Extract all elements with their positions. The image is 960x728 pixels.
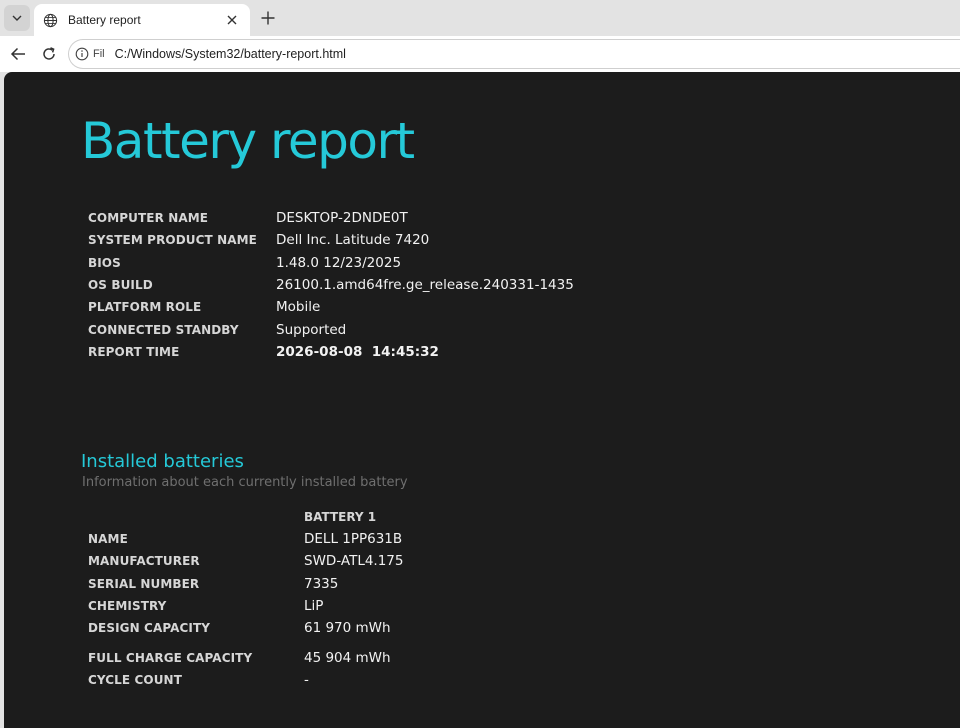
battery-column-header: BATTERY 1 <box>304 510 377 524</box>
table-row: PLATFORM ROLE Mobile <box>88 296 574 318</box>
manufacturer-value: SWD-ATL4.175 <box>304 553 404 570</box>
manufacturer-label: MANUFACTURER <box>88 554 200 569</box>
cycle-count-value: - <box>304 671 309 688</box>
table-row: SERIAL NUMBER 7335 <box>88 573 404 595</box>
system-product-name-label: SYSTEM PRODUCT NAME <box>88 233 257 248</box>
report-time-value: 2026-08-08 14:45:32 <box>276 343 439 360</box>
page-title: Battery report <box>81 112 415 170</box>
info-icon <box>75 47 89 61</box>
table-row: OS BUILD 26100.1.amd64fre.ge_release.240… <box>88 274 574 296</box>
installed-batteries-subtitle: Information about each currently install… <box>82 475 408 490</box>
table-row: MANUFACTURER SWD-ATL4.175 <box>88 550 404 572</box>
battery-name-value: DELL 1PP631B <box>304 531 403 548</box>
table-row: DESIGN CAPACITY 61 970 mWh <box>88 617 404 639</box>
plus-icon <box>261 11 275 25</box>
address-bar[interactable]: Fil C:/Windows/System32/battery-report.h… <box>68 39 960 69</box>
design-capacity-label: DESIGN CAPACITY <box>88 621 211 636</box>
bios-label: BIOS <box>88 255 121 270</box>
platform-role-label: PLATFORM ROLE <box>88 300 202 315</box>
report-time-label: REPORT TIME <box>88 344 180 359</box>
table-row: SYSTEM PRODUCT NAME Dell Inc. Latitude 7… <box>88 229 574 251</box>
table-row: CYCLE COUNT - <box>88 669 404 691</box>
new-tab-button[interactable] <box>256 6 280 30</box>
table-row: CONNECTED STANDBY Supported <box>88 318 574 340</box>
chemistry-label: CHEMISTRY <box>88 599 167 614</box>
tab-strip: Battery report <box>0 0 960 36</box>
os-build-value: 26100.1.amd64fre.ge_release.240331-1435 <box>276 277 574 294</box>
connected-standby-label: CONNECTED STANDBY <box>88 322 239 337</box>
tab-title: Battery report <box>68 13 141 27</box>
battery-name-label: NAME <box>88 532 128 547</box>
system-product-name-value: Dell Inc. Latitude 7420 <box>276 232 430 249</box>
table-row: REPORT TIME 2026-08-08 14:45:32 <box>88 341 574 363</box>
bios-value: 1.48.0 12/23/2025 <box>276 254 402 271</box>
site-info-label: Fil <box>93 48 105 60</box>
chevron-down-icon <box>12 15 22 21</box>
tab-search-button[interactable] <box>4 5 30 31</box>
computer-name-value: DESKTOP-2DNDE0T <box>276 210 408 227</box>
battery-table: NAME DELL 1PP631B MANUFACTURER SWD-ATL4.… <box>88 528 404 691</box>
design-capacity-value: 61 970 mWh <box>304 620 391 637</box>
url-text[interactable]: C:/Windows/System32/battery-report.html <box>115 47 346 61</box>
active-tab[interactable]: Battery report <box>34 4 250 36</box>
back-button[interactable] <box>6 42 30 66</box>
full-charge-capacity-value: 45 904 mWh <box>304 649 391 666</box>
browser-toolbar: Fil C:/Windows/System32/battery-report.h… <box>0 36 960 72</box>
table-row: FULL CHARGE CAPACITY 45 904 mWh <box>88 646 404 668</box>
serial-number-label: SERIAL NUMBER <box>88 576 200 591</box>
close-tab-icon[interactable] <box>222 10 242 30</box>
serial-number-value: 7335 <box>304 575 339 592</box>
cycle-count-label: CYCLE COUNT <box>88 672 182 687</box>
table-row: COMPUTER NAME DESKTOP-2DNDE0T <box>88 207 574 229</box>
reload-button[interactable] <box>37 42 61 66</box>
connected-standby-value: Supported <box>276 321 347 338</box>
table-row: BIOS 1.48.0 12/23/2025 <box>88 252 574 274</box>
globe-icon <box>42 12 58 28</box>
page-content: Battery report COMPUTER NAME DESKTOP-2DN… <box>4 72 960 728</box>
reload-icon <box>43 47 55 60</box>
system-info-table: COMPUTER NAME DESKTOP-2DNDE0T SYSTEM PRO… <box>88 207 574 363</box>
computer-name-label: COMPUTER NAME <box>88 211 209 226</box>
table-row: CHEMISTRY LiP <box>88 595 404 617</box>
chemistry-value: LiP <box>304 598 324 615</box>
platform-role-value: Mobile <box>276 299 321 316</box>
installed-batteries-heading: Installed batteries <box>81 451 244 472</box>
site-info-button[interactable]: Fil <box>75 47 111 61</box>
table-row: NAME DELL 1PP631B <box>88 528 404 550</box>
arrow-left-icon <box>10 47 25 61</box>
full-charge-capacity-label: FULL CHARGE CAPACITY <box>88 650 253 665</box>
os-build-label: OS BUILD <box>88 278 153 293</box>
